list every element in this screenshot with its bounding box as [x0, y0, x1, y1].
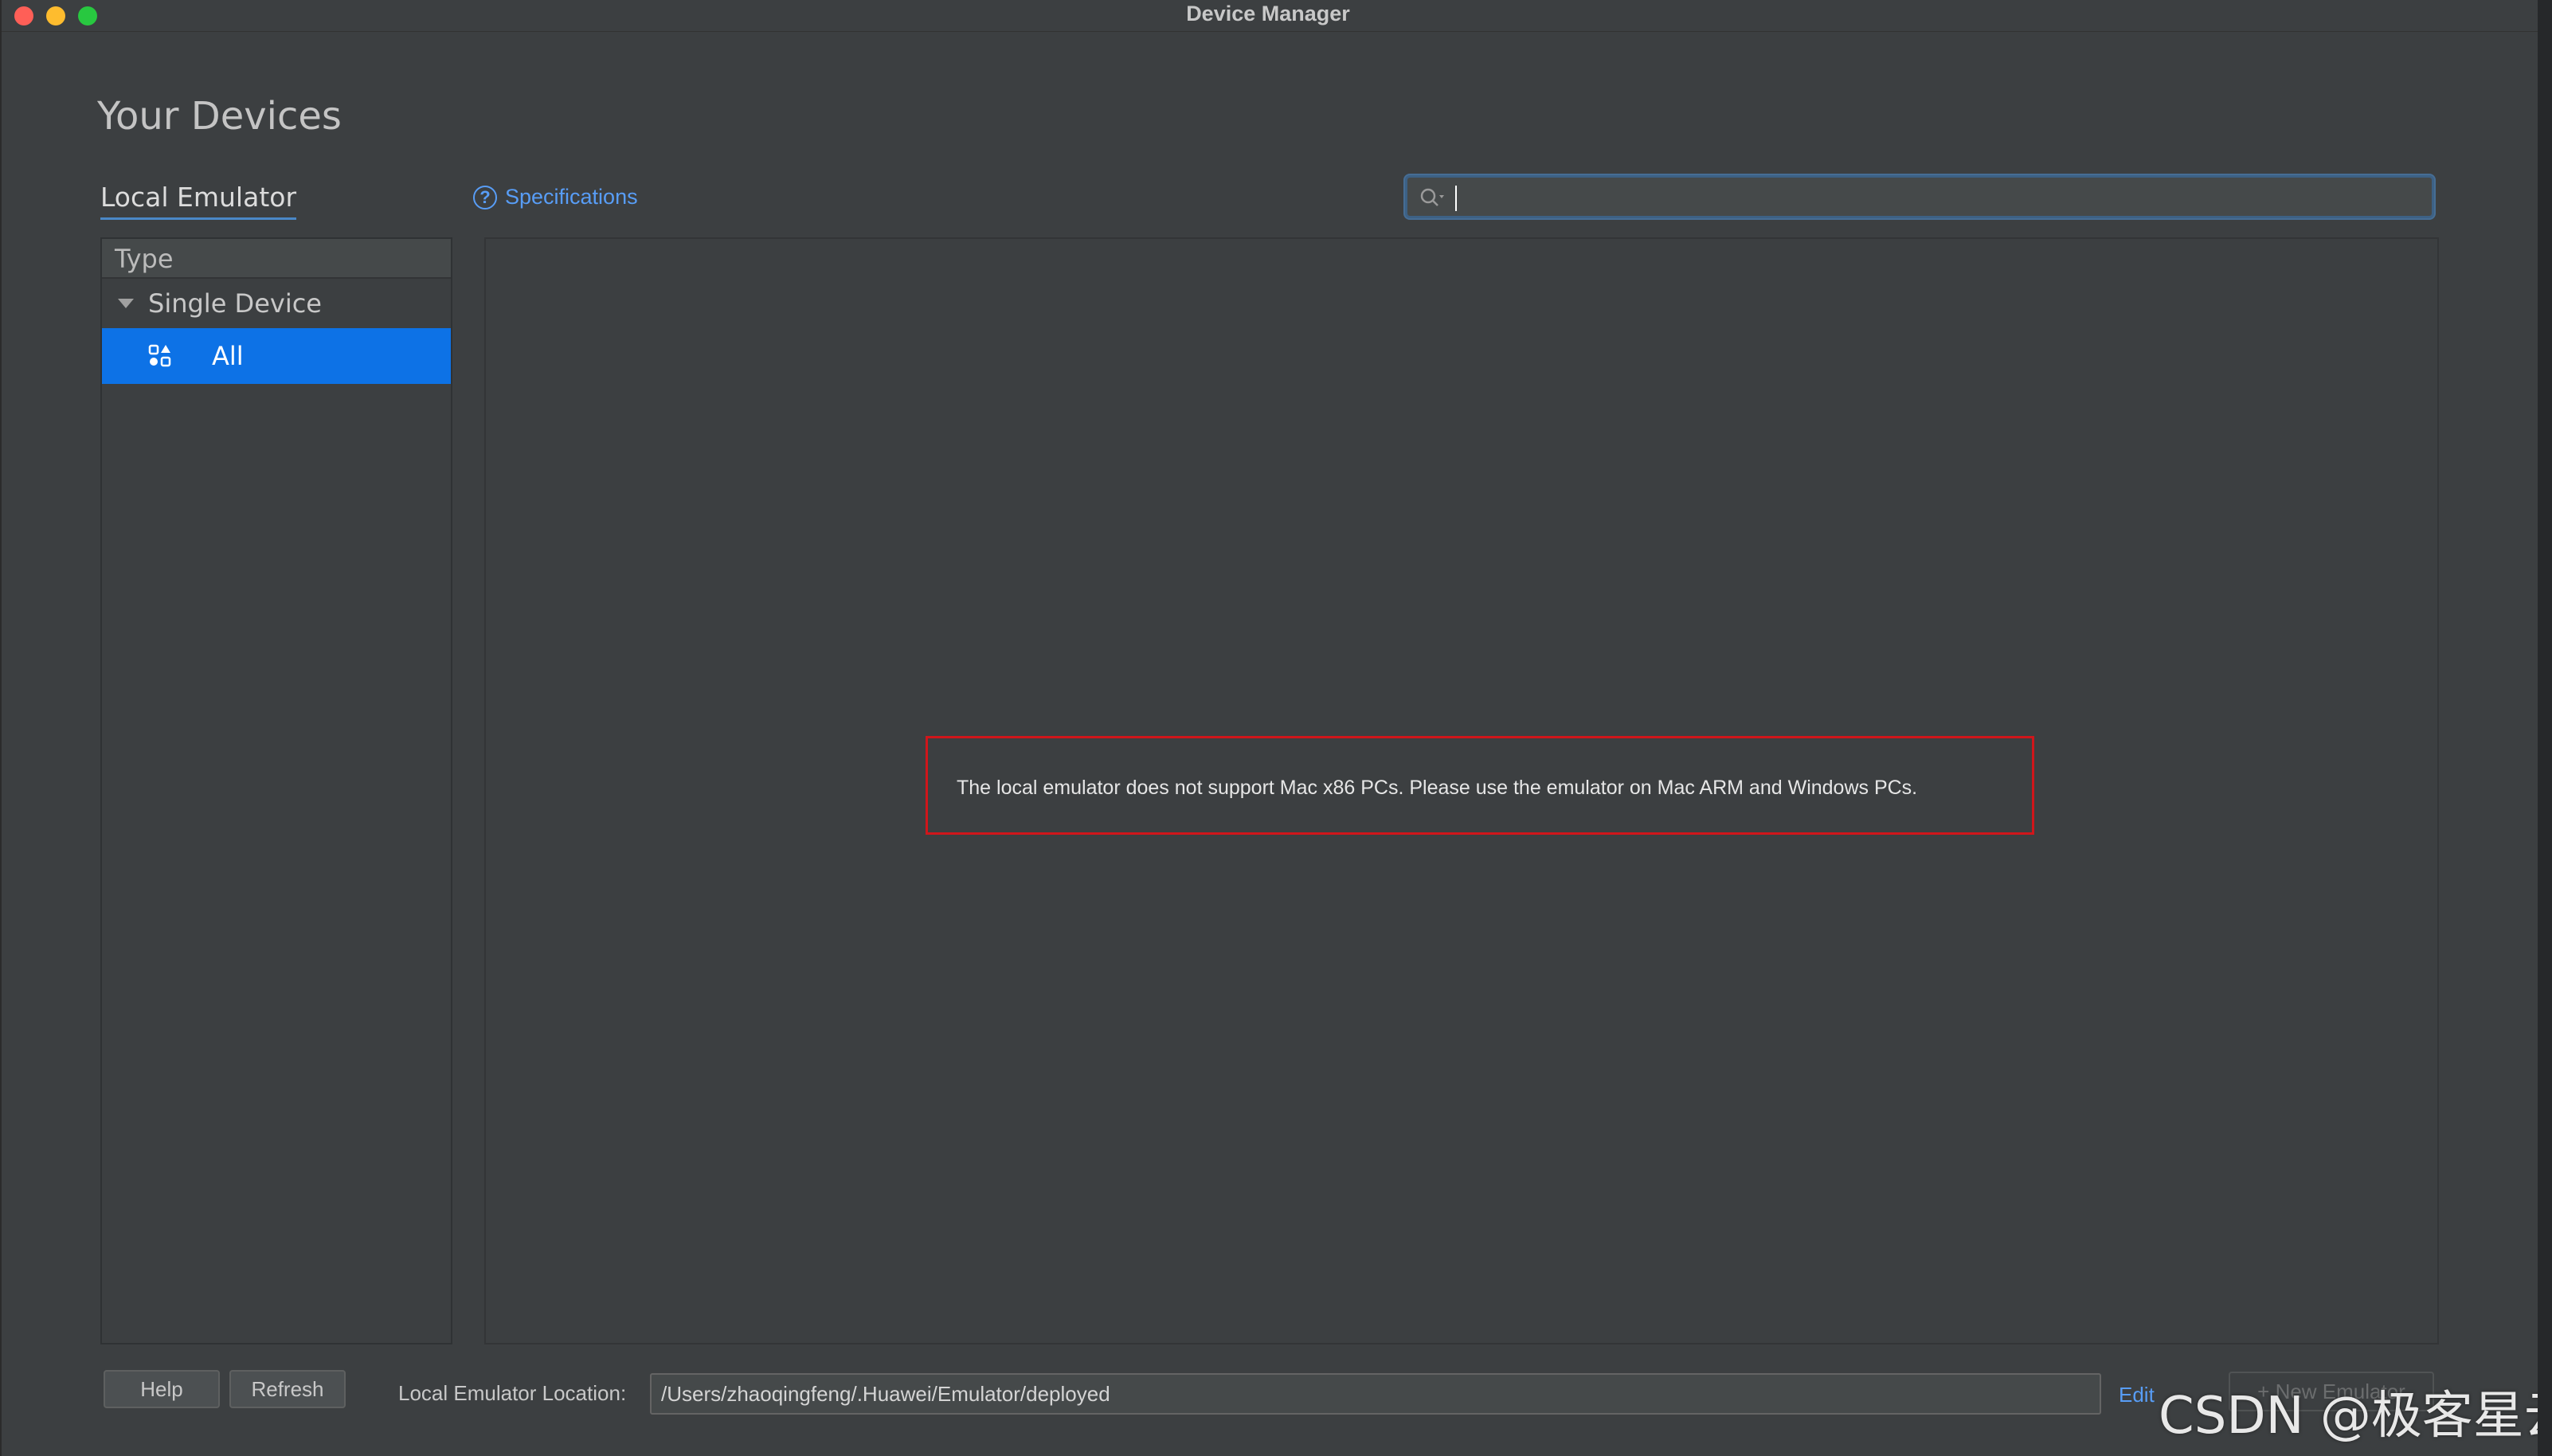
sidebar-item-all[interactable]: All — [102, 328, 451, 384]
specifications-label: Specifications — [505, 185, 638, 209]
device-category-icon — [148, 344, 171, 367]
search-input[interactable] — [1455, 181, 2419, 213]
device-manager-window: Device Manager Your Devices Local Emulat… — [0, 0, 2552, 1456]
single-device-group[interactable]: Single Device — [102, 279, 451, 328]
error-message-box: The local emulator does not support Mac … — [926, 736, 2034, 835]
search-icon — [1420, 188, 1444, 206]
search-box[interactable] — [1405, 175, 2434, 218]
page-title: Your Devices — [97, 94, 342, 139]
text-caret — [1455, 186, 1457, 211]
help-button[interactable]: Help — [104, 1370, 220, 1408]
csdn-watermark: CSDN @极客星云 — [2159, 1387, 2552, 1446]
tab-local-emulator[interactable]: Local Emulator — [100, 182, 297, 220]
window-title: Device Manager — [1186, 2, 1350, 25]
emulator-location-label: Local Emulator Location: — [398, 1381, 627, 1405]
edit-location-link[interactable]: Edit — [2119, 1383, 2155, 1407]
sidebar-item-all-label: All — [212, 341, 244, 371]
single-device-label: Single Device — [148, 288, 322, 319]
window-edge — [2538, 0, 2552, 1456]
specifications-link[interactable]: ? Specifications — [473, 185, 638, 209]
refresh-button[interactable]: Refresh — [229, 1370, 346, 1408]
type-column-header: Type — [102, 239, 451, 279]
device-type-panel: Type Single Device All — [100, 237, 452, 1344]
emulator-location-field[interactable]: /Users/zhaoqingfeng/.Huawei/Emulator/dep… — [650, 1373, 2101, 1415]
title-bar: Device Manager — [2, 0, 2552, 32]
help-circle-icon: ? — [473, 185, 497, 209]
unsupported-platform-message: The local emulator does not support Mac … — [957, 777, 1918, 799]
chevron-down-icon[interactable] — [118, 299, 134, 308]
